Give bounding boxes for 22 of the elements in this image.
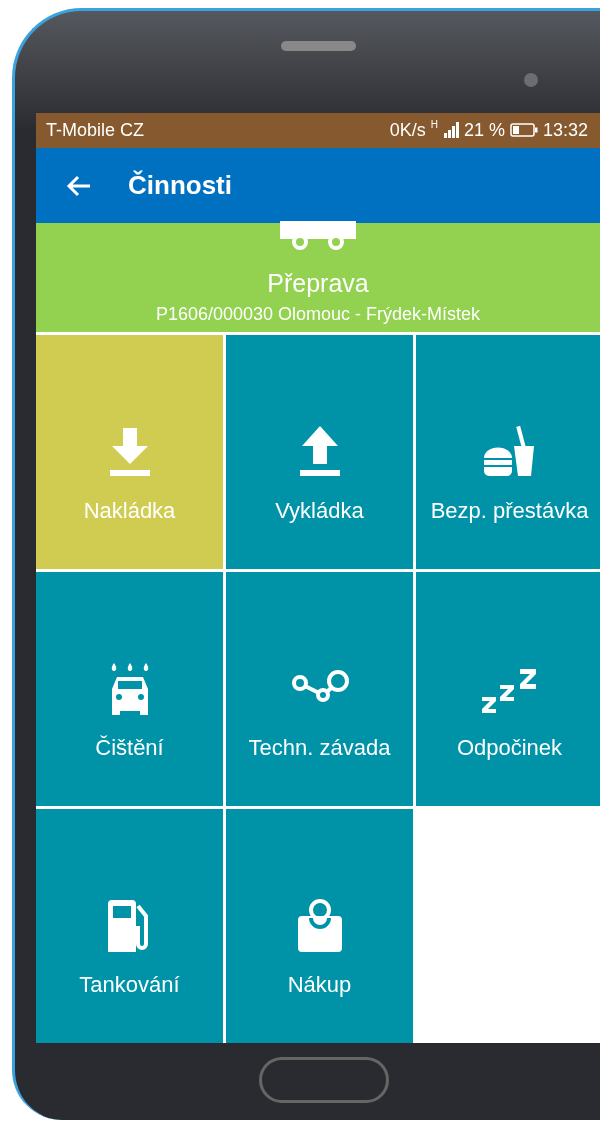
activity-tile[interactable]: Vykládka xyxy=(226,335,413,569)
transport-title: Přeprava xyxy=(267,269,369,299)
battery-percent: 21 % xyxy=(463,120,505,141)
transport-route: P1606/000030 Olomouc - Frýdek-Místek xyxy=(155,304,481,326)
activity-tile[interactable]: Bezp. přestávka xyxy=(416,335,600,569)
network-type: H xyxy=(430,119,438,130)
truck-icon xyxy=(278,221,358,252)
activity-tile[interactable]: Nákup xyxy=(226,809,413,1043)
activity-tile[interactable]: Čištění xyxy=(36,572,223,806)
home-button[interactable] xyxy=(259,1057,389,1103)
activity-tile[interactable]: Tankování xyxy=(36,809,223,1043)
activity-tile[interactable]: Techn. závada xyxy=(226,572,413,806)
signal-icon xyxy=(442,122,459,139)
battery-icon xyxy=(509,123,538,138)
speaker-icon xyxy=(281,41,356,51)
camera-icon xyxy=(524,73,538,87)
clock: 13:32 xyxy=(542,120,588,141)
back-arrow-icon[interactable] xyxy=(66,174,92,197)
carrier-name: T-Mobile CZ xyxy=(46,120,144,141)
screen-title: Činnosti xyxy=(128,170,232,202)
data-speed: 0K/s xyxy=(389,120,426,141)
activity-tile[interactable]: Odpočinek xyxy=(416,572,600,806)
